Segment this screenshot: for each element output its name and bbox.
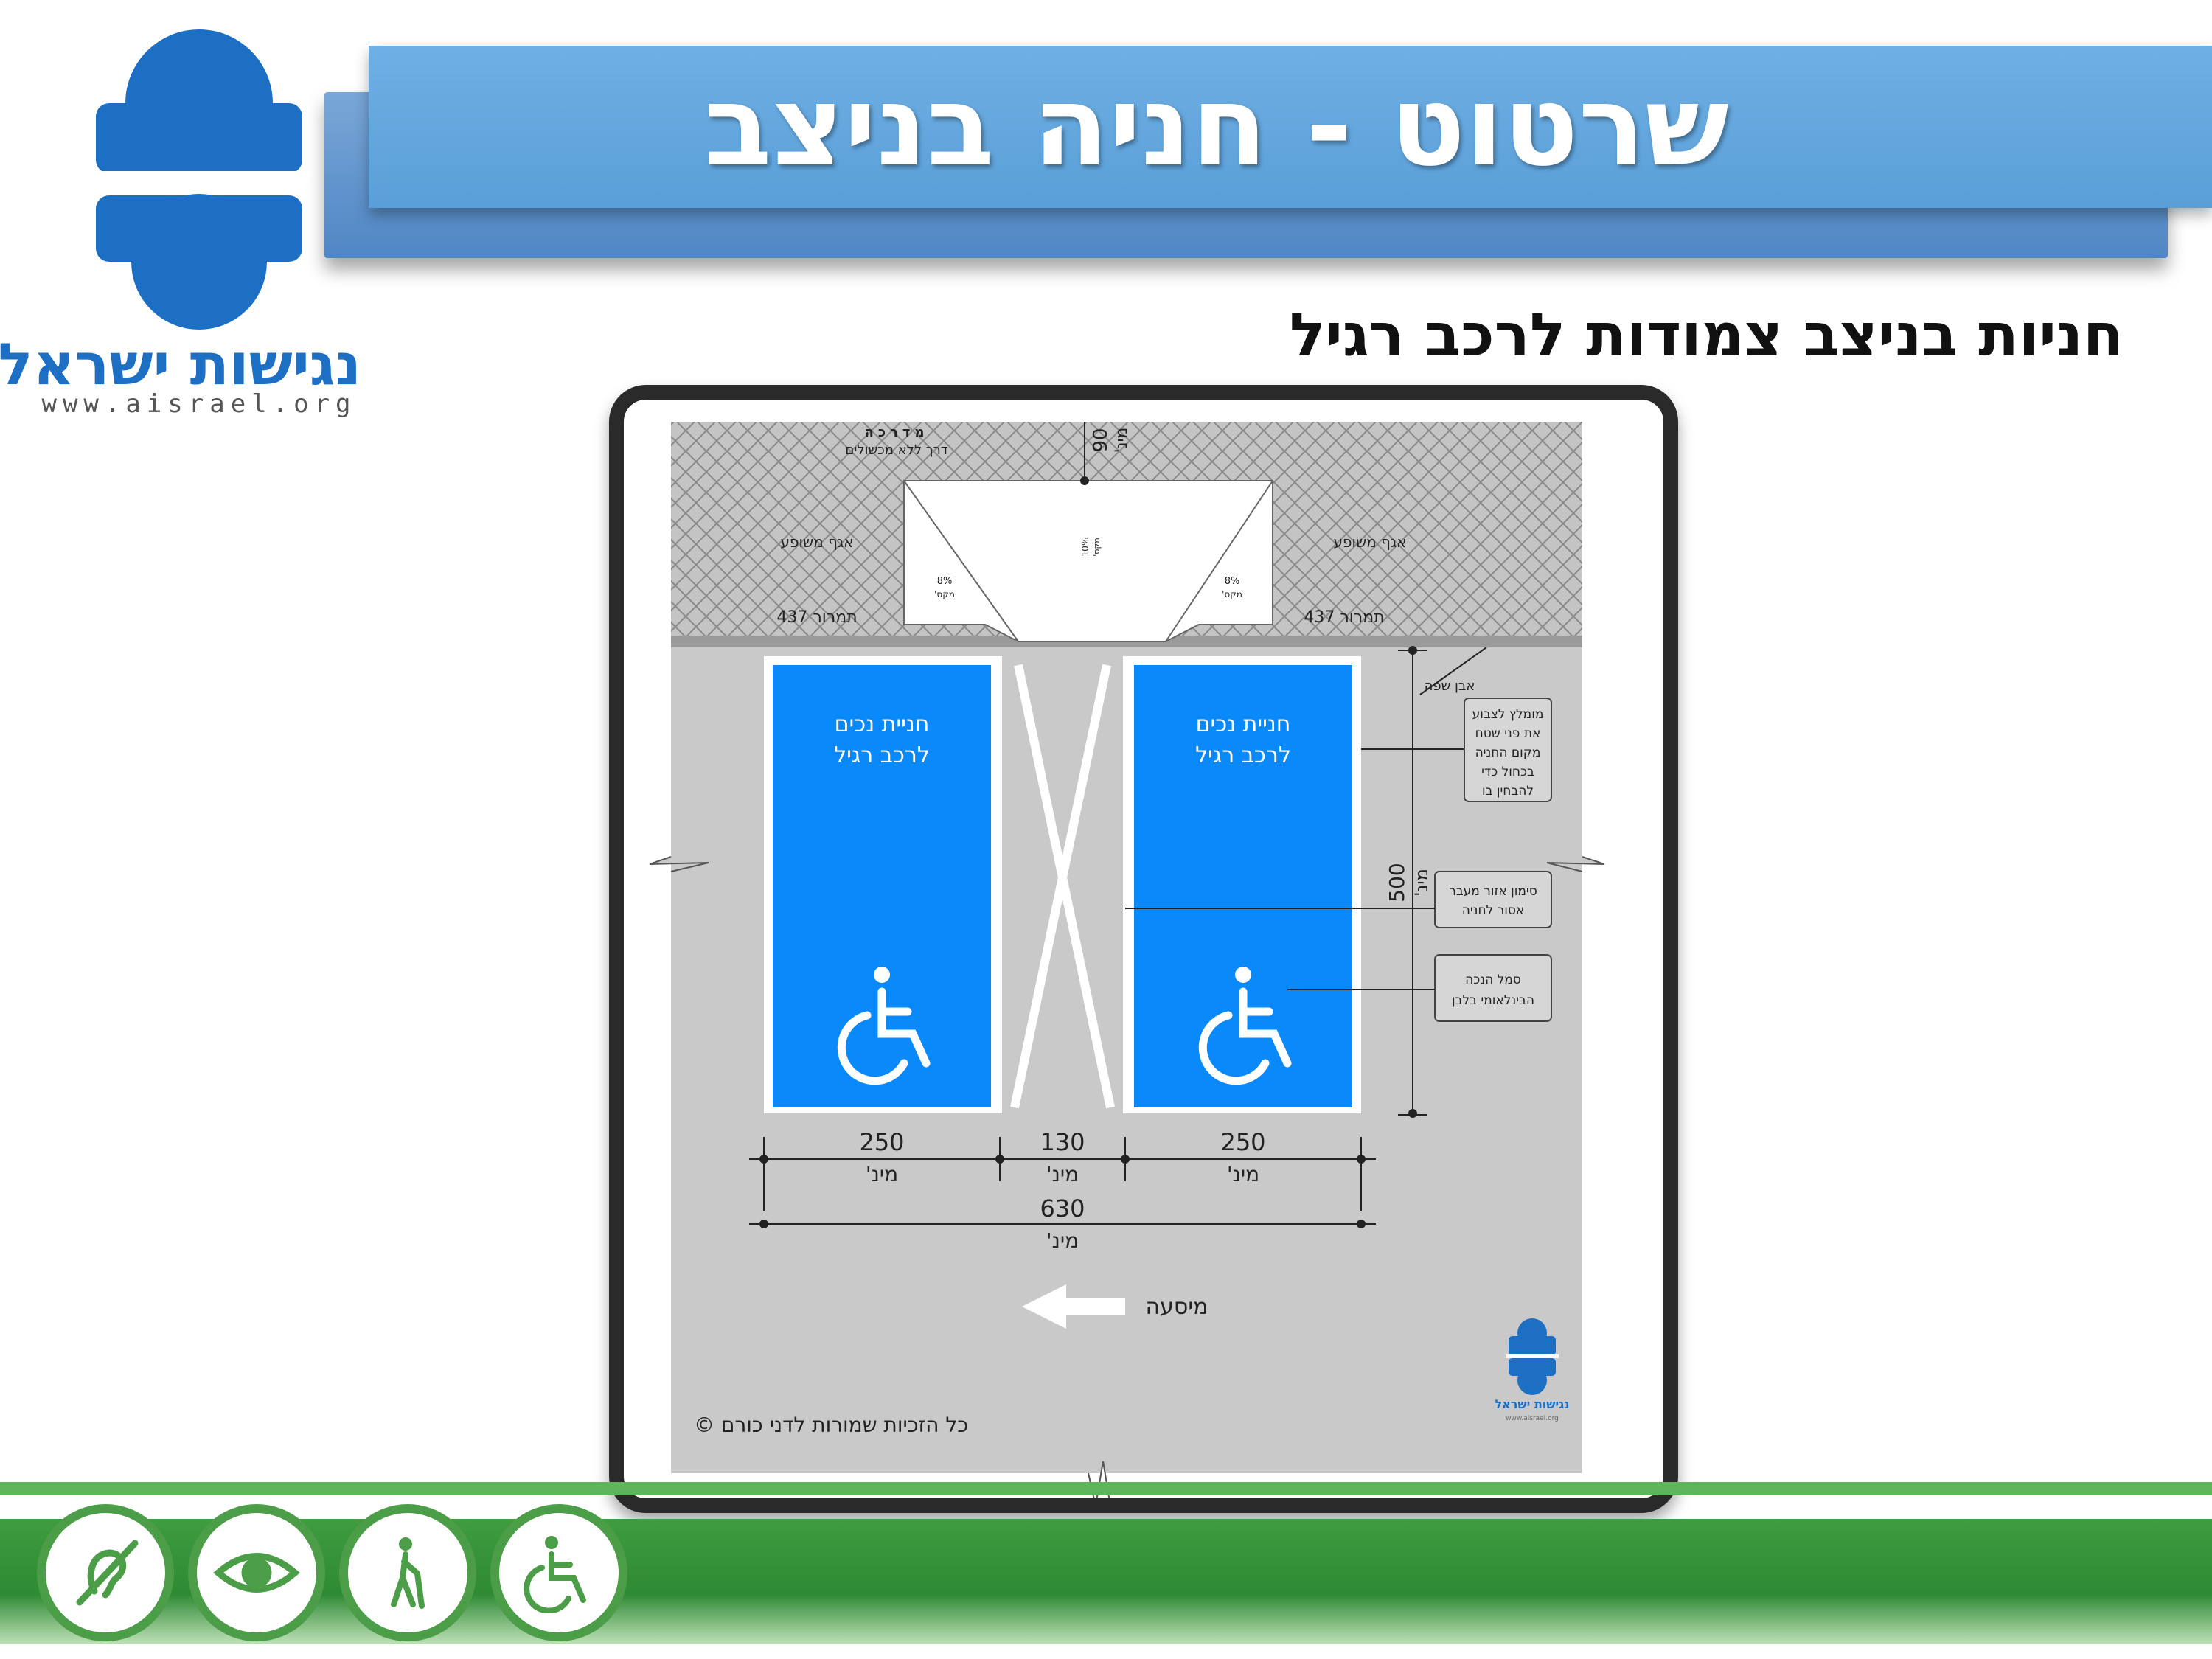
sidewalk-depth-value: 90 bbox=[1090, 428, 1112, 452]
callout-paint-2: את פני שטח bbox=[1475, 726, 1541, 741]
ramp-slope-left: 8% bbox=[937, 576, 953, 587]
footer-band bbox=[0, 1519, 2212, 1644]
space-left-line2: לרכב רגיל bbox=[834, 742, 930, 768]
callout-hatch-1: סימון אזור מעבר bbox=[1449, 884, 1537, 899]
mini-logo-url: www.aisrael.org bbox=[1506, 1415, 1559, 1422]
ramp-slope-right-note: מקס' bbox=[1222, 589, 1242, 599]
sign-label-left: תמרור 437 bbox=[776, 608, 857, 627]
dim-middle-unit: מינ' bbox=[1046, 1162, 1079, 1186]
footer-stripe bbox=[0, 1482, 2212, 1495]
dim-middle-value: 130 bbox=[1040, 1128, 1085, 1156]
ramp-slope-left-note: מקס' bbox=[934, 589, 955, 599]
ramp-flank-left: אגף משופע bbox=[781, 533, 854, 551]
dim-total-unit: מינ' bbox=[1046, 1228, 1079, 1253]
walking-cane-icon bbox=[339, 1504, 476, 1641]
space-right-line1: חניית נכים bbox=[1196, 712, 1291, 737]
dim-left-value: 250 bbox=[859, 1128, 904, 1156]
callout-paint-3: מקום החניה bbox=[1475, 745, 1541, 760]
title-bar: שרטוט - חניה בניצב bbox=[369, 46, 2212, 208]
callout-symbol-2: הבינלאומי בלבן bbox=[1452, 993, 1534, 1008]
page-subtitle: חניות בניצב צמודות לרכב רגיל bbox=[1289, 301, 2124, 367]
dim-right-unit: מינ' bbox=[1227, 1162, 1259, 1186]
dim-left-unit: מינ' bbox=[866, 1162, 898, 1186]
page-title: שרטוט - חניה בניצב bbox=[704, 63, 1729, 191]
curb-label: אבן שפה bbox=[1425, 678, 1475, 694]
dim-total-value: 630 bbox=[1040, 1194, 1085, 1222]
copyright: © כל הזכיות שמורות לדני כורם bbox=[694, 1413, 968, 1437]
space-right-line2: לרכב רגיל bbox=[1195, 742, 1291, 768]
curb-ramp bbox=[904, 481, 1273, 641]
ramp-slope-center-note: מקס' bbox=[1092, 538, 1102, 556]
wheelchair-footer-icon bbox=[490, 1504, 627, 1641]
logo-name: נגישות ישראל bbox=[0, 332, 361, 398]
space-left-line1: חניית נכים bbox=[835, 712, 930, 737]
hearing-icon bbox=[37, 1504, 174, 1641]
ramp-slope-center: 10% bbox=[1080, 538, 1091, 557]
sign-label-right: תמרור 437 bbox=[1304, 608, 1384, 627]
logo-url: www.aisrael.org bbox=[41, 389, 357, 419]
vision-icon bbox=[188, 1504, 325, 1641]
callout-paint-1: מומלץ לצבוע bbox=[1472, 707, 1544, 722]
callout-paint-4: בכחול כדי bbox=[1481, 765, 1534, 779]
callout-hatch-2: אסור לחניה bbox=[1462, 903, 1525, 918]
travel-label: מיסעה bbox=[1146, 1294, 1208, 1320]
logo-symbol-icon bbox=[88, 29, 310, 330]
ramp-flank-right: אגף משופע bbox=[1334, 533, 1407, 551]
callout-symbol-1: סמל הנכה bbox=[1465, 973, 1521, 987]
sidewalk-title: מדרכה bbox=[864, 425, 928, 440]
parking-diagram: מדרכה דרך ללא מכשולים 90 מינ' 10% מקס' 8… bbox=[649, 422, 1605, 1498]
mini-logo-name: נגישות ישראל bbox=[1495, 1397, 1569, 1411]
dim-right-value: 250 bbox=[1220, 1128, 1265, 1156]
diagram-frame: מדרכה דרך ללא מכשולים 90 מינ' 10% מקס' 8… bbox=[609, 385, 1678, 1513]
callout-paint-5: להבחין בו bbox=[1482, 784, 1534, 799]
sidewalk-depth-unit: מינ' bbox=[1113, 428, 1131, 453]
ramp-slope-right: 8% bbox=[1225, 576, 1240, 587]
sidewalk-subtitle: דרך ללא מכשולים bbox=[845, 442, 947, 458]
depth-value: 500 bbox=[1385, 863, 1409, 902]
depth-unit: מינ' bbox=[1411, 869, 1432, 897]
